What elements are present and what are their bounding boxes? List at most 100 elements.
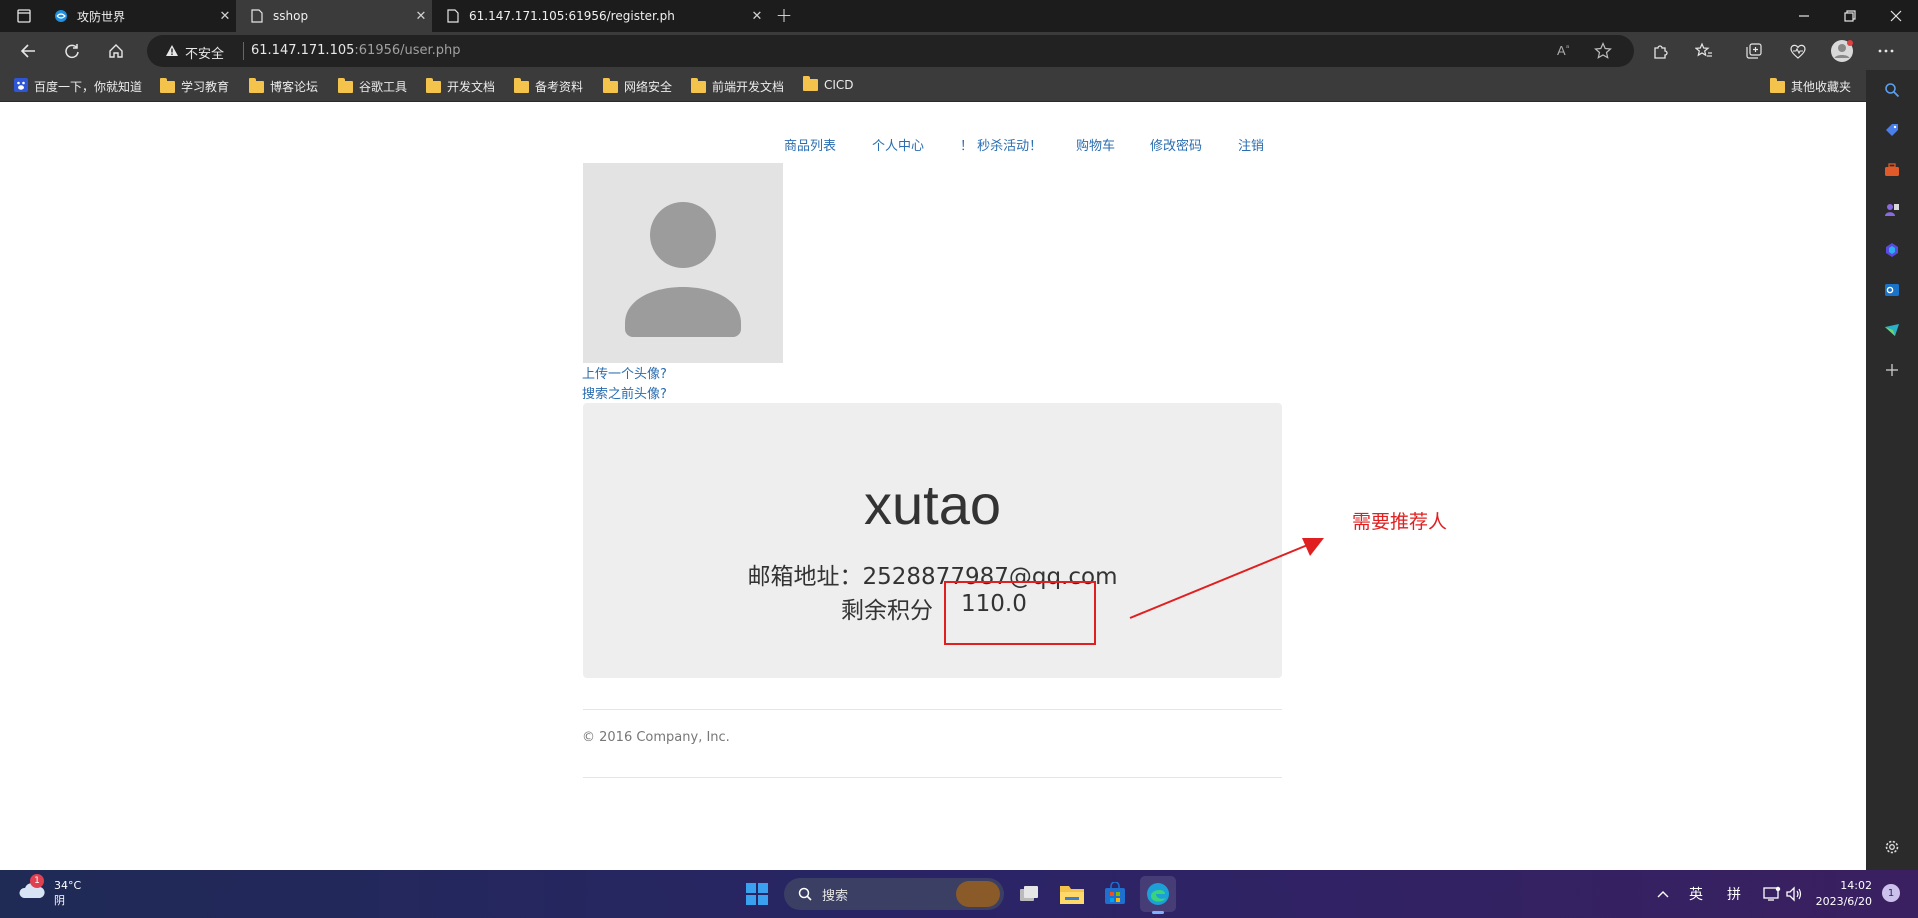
collections-icon[interactable] — [1740, 39, 1768, 63]
close-tab-icon[interactable]: ✕ — [214, 9, 236, 24]
globe-icon — [54, 9, 68, 23]
ime-mode[interactable]: 拼 — [1722, 883, 1746, 905]
edge-taskbar-icon[interactable] — [1140, 876, 1176, 914]
browser-essentials-icon[interactable] — [1784, 39, 1812, 63]
bookmark-label: 开发文档 — [447, 80, 496, 94]
url-separator — [243, 42, 244, 60]
chevron-up-icon[interactable] — [1654, 884, 1672, 904]
annotation-text: 需要推荐人 — [1352, 511, 1448, 533]
email-label: 邮箱地址： — [747, 564, 863, 590]
tab-register[interactable]: 61.147.171.105:61956/register.ph ✕ — [432, 0, 768, 32]
clock-date: 2023/6/20 — [1815, 895, 1872, 908]
taskbar-search-label: 搜索 — [822, 888, 849, 904]
bookmark-folder-cicd[interactable]: CICD — [803, 76, 854, 92]
nav-change-password[interactable]: 修改密码 — [1150, 135, 1202, 154]
folder-icon — [338, 77, 353, 93]
nav-user-center[interactable]: 个人中心 — [872, 135, 924, 154]
favorite-star-icon[interactable] — [1594, 42, 1612, 64]
network-icon[interactable] — [1762, 884, 1782, 904]
shopping-tag-icon[interactable] — [1882, 120, 1902, 140]
bookmark-folder-security[interactable]: 网络安全 — [603, 77, 672, 95]
url-text[interactable]: 61.147.171.105:61956/user.php — [251, 43, 461, 58]
tab-actions-icon[interactable] — [10, 4, 38, 28]
bookmark-folder-blog[interactable]: 博客论坛 — [249, 77, 318, 95]
folder-icon — [426, 77, 441, 93]
footer-copyright: © 2016 Company, Inc. — [582, 730, 730, 745]
nav-flash-sale[interactable]: ！ 秒杀活动！ — [960, 135, 1042, 154]
more-menu-icon[interactable] — [1872, 39, 1900, 63]
back-icon[interactable] — [14, 39, 42, 63]
folder-icon — [160, 77, 175, 93]
folder-icon — [691, 77, 706, 93]
taskbar-search-box[interactable]: 搜索 — [784, 878, 1004, 910]
points-highlight-box — [944, 581, 1096, 645]
new-tab-button[interactable]: + — [772, 4, 796, 28]
folder-icon — [603, 77, 618, 93]
tools-briefcase-icon[interactable] — [1882, 160, 1902, 180]
close-tab-icon[interactable]: ✕ — [746, 9, 768, 24]
active-app-indicator — [1152, 911, 1164, 914]
insecure-indicator[interactable]: 不安全 — [165, 43, 224, 62]
profile-avatar[interactable] — [1828, 39, 1856, 63]
minimize-icon[interactable] — [1790, 4, 1818, 28]
refresh-icon[interactable] — [58, 39, 86, 63]
paw-icon — [14, 78, 28, 95]
taskbar-clock[interactable]: 14:02 2023/6/20 — [1812, 878, 1872, 910]
windows-taskbar: 1 34°C 阴 搜索 英 拼 14:02 2023/6/20 1 — [0, 870, 1918, 918]
search-highlight-icon — [956, 881, 1000, 907]
browser-toolbar: 不安全 61.147.171.105:61956/user.php Aᵃ — [0, 32, 1918, 70]
weather-desc: 阴 — [54, 894, 65, 907]
outlook-icon[interactable] — [1882, 280, 1902, 300]
favorites-icon[interactable] — [1690, 39, 1718, 63]
nav-shopping-cart[interactable]: 购物车 — [1076, 135, 1115, 154]
home-icon[interactable] — [102, 39, 130, 63]
close-tab-icon[interactable]: ✕ — [410, 9, 432, 24]
cloud-icon: 1 — [18, 874, 46, 902]
nav-product-list[interactable]: 商品列表 — [784, 135, 836, 154]
volume-icon[interactable] — [1784, 884, 1804, 904]
store-icon[interactable] — [1101, 880, 1129, 908]
annotation-arrow — [1129, 538, 1324, 619]
search-avatar-link[interactable]: 搜索之前头像? — [582, 383, 667, 402]
windows-logo-icon — [746, 883, 768, 905]
svg-text:ᵃ: ᵃ — [1566, 43, 1570, 52]
tab-gongfang[interactable]: 攻防世界 ✕ — [40, 0, 236, 32]
search-icon[interactable] — [1882, 80, 1902, 100]
footer-divider — [583, 777, 1282, 778]
svg-text:A: A — [1557, 43, 1566, 58]
bookmark-folder-google[interactable]: 谷歌工具 — [338, 77, 407, 95]
insecure-label: 不安全 — [185, 47, 225, 62]
weather-temp: 34°C — [54, 879, 82, 892]
ime-language[interactable]: 英 — [1684, 883, 1708, 905]
bookmark-baidu[interactable]: 百度一下，你就知道 — [14, 78, 142, 95]
bookmarks-bar: 百度一下，你就知道 学习教育 博客论坛 谷歌工具 开发文档 备考资料 网络安全 … — [0, 70, 1866, 102]
games-icon[interactable] — [1882, 200, 1902, 220]
folder-icon — [803, 76, 818, 91]
file-explorer-icon[interactable] — [1058, 880, 1086, 908]
weather-widget[interactable]: 1 34°C 阴 — [18, 874, 82, 908]
web-page: 商品列表 个人中心 ！ 秒杀活动！ 购物车 修改密码 注销 上传一个头像? 搜索… — [0, 102, 1866, 870]
add-icon[interactable] — [1882, 360, 1902, 380]
bookmark-label: 前端开发文档 — [712, 80, 785, 94]
bookmark-label: 其他收藏夹 — [1791, 80, 1852, 94]
task-view-icon[interactable] — [1016, 881, 1042, 907]
start-button[interactable] — [744, 881, 770, 907]
bookmark-folder-devdocs[interactable]: 开发文档 — [426, 77, 496, 95]
bookmark-folder-study[interactable]: 学习教育 — [160, 77, 229, 95]
address-bar[interactable]: 不安全 61.147.171.105:61956/user.php Aᵃ — [147, 35, 1634, 67]
tab-sshop[interactable]: sshop ✕ — [236, 0, 432, 32]
extensions-icon[interactable] — [1646, 39, 1674, 63]
send-icon[interactable] — [1882, 320, 1902, 340]
close-window-icon[interactable] — [1882, 4, 1910, 28]
bookmark-other-folder[interactable]: 其他收藏夹 — [1770, 77, 1852, 95]
bookmark-folder-frontend[interactable]: 前端开发文档 — [691, 77, 785, 95]
bookmark-folder-exam[interactable]: 备考资料 — [514, 77, 583, 95]
restore-icon[interactable] — [1836, 4, 1864, 28]
upload-avatar-link[interactable]: 上传一个头像? — [582, 363, 667, 382]
nav-logout[interactable]: 注销 — [1238, 135, 1264, 154]
notification-badge[interactable]: 1 — [1882, 884, 1900, 902]
title-bar: 攻防世界 ✕ sshop ✕ 61.147.171.105:61956/regi… — [0, 0, 1918, 32]
settings-gear-icon[interactable] — [1882, 837, 1902, 857]
copilot-icon[interactable] — [1882, 240, 1902, 260]
read-aloud-icon[interactable]: Aᵃ — [1556, 42, 1574, 62]
